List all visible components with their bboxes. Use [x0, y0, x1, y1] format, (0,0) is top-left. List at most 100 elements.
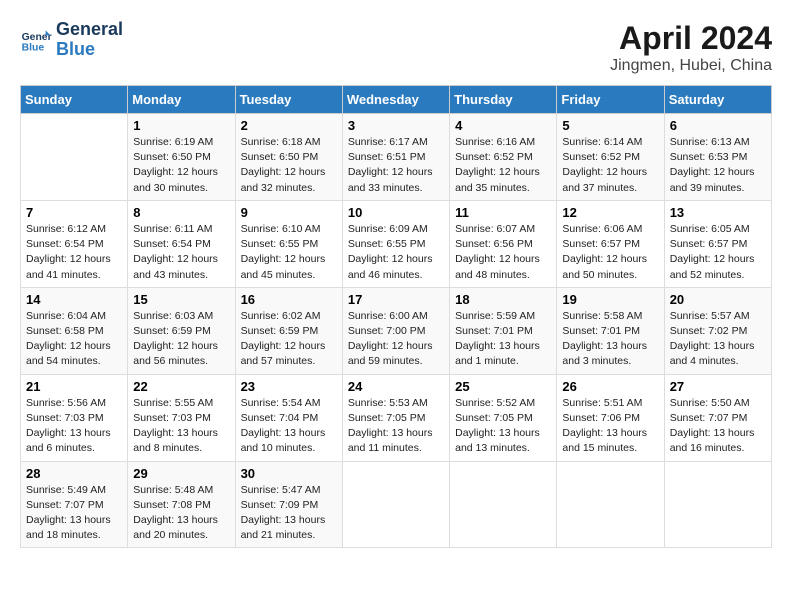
day-cell: 26 Sunrise: 5:51 AM Sunset: 7:06 PM Dayli… — [557, 374, 664, 461]
day-cell: 11 Sunrise: 6:07 AM Sunset: 6:56 PM Dayli… — [450, 200, 557, 287]
day-cell: 5 Sunrise: 6:14 AM Sunset: 6:52 PM Daylig… — [557, 114, 664, 201]
logo-text-blue: Blue — [56, 40, 123, 60]
day-cell: 8 Sunrise: 6:11 AM Sunset: 6:54 PM Daylig… — [128, 200, 235, 287]
col-header-tuesday: Tuesday — [235, 86, 342, 114]
day-cell — [21, 114, 128, 201]
day-number: 28 — [26, 466, 122, 481]
day-number: 7 — [26, 205, 122, 220]
day-info: Sunrise: 6:07 AM Sunset: 6:56 PM Dayligh… — [455, 222, 551, 283]
day-cell: 3 Sunrise: 6:17 AM Sunset: 6:51 PM Daylig… — [342, 114, 449, 201]
day-number: 21 — [26, 379, 122, 394]
day-cell: 13Sunrise: 6:05 AM Sunset: 6:57 PM Dayli… — [664, 200, 771, 287]
day-info: Sunrise: 6:17 AM Sunset: 6:51 PM Dayligh… — [348, 135, 444, 196]
day-info: Sunrise: 6:10 AM Sunset: 6:55 PM Dayligh… — [241, 222, 337, 283]
day-number: 9 — [241, 205, 337, 220]
day-info: Sunrise: 6:00 AM Sunset: 7:00 PM Dayligh… — [348, 309, 444, 370]
day-cell: 29Sunrise: 5:48 AM Sunset: 7:08 PM Dayli… — [128, 461, 235, 548]
day-cell: 30Sunrise: 5:47 AM Sunset: 7:09 PM Dayli… — [235, 461, 342, 548]
day-cell: 20 Sunrise: 5:57 AM Sunset: 7:02 PM Dayli… — [664, 287, 771, 374]
main-title: April 2024 — [610, 20, 772, 57]
day-cell: 28Sunrise: 5:49 AM Sunset: 7:07 PM Dayli… — [21, 461, 128, 548]
day-info: Sunrise: 6:18 AM Sunset: 6:50 PM Dayligh… — [241, 135, 337, 196]
day-number: 24 — [348, 379, 444, 394]
day-cell — [557, 461, 664, 548]
col-header-thursday: Thursday — [450, 86, 557, 114]
day-cell: 15 Sunrise: 6:03 AM Sunset: 6:59 PM Dayli… — [128, 287, 235, 374]
day-cell — [664, 461, 771, 548]
day-number: 22 — [133, 379, 229, 394]
day-number: 26 — [562, 379, 658, 394]
day-info: Sunrise: 6:06 AM Sunset: 6:57 PM Dayligh… — [562, 222, 658, 283]
day-cell: 14 Sunrise: 6:04 AM Sunset: 6:58 PM Dayli… — [21, 287, 128, 374]
week-row-2: 7 Sunrise: 6:12 AM Sunset: 6:54 PM Daylig… — [21, 200, 772, 287]
day-cell: 10 Sunrise: 6:09 AM Sunset: 6:55 PM Dayli… — [342, 200, 449, 287]
day-info: Sunrise: 5:56 AM Sunset: 7:03 PM Dayligh… — [26, 396, 122, 457]
week-row-4: 21 Sunrise: 5:56 AM Sunset: 7:03 PM Dayli… — [21, 374, 772, 461]
week-row-3: 14 Sunrise: 6:04 AM Sunset: 6:58 PM Dayli… — [21, 287, 772, 374]
day-cell: 6Sunrise: 6:13 AM Sunset: 6:53 PM Daylig… — [664, 114, 771, 201]
day-info: Sunrise: 6:12 AM Sunset: 6:54 PM Dayligh… — [26, 222, 122, 283]
day-cell: 25 Sunrise: 5:52 AM Sunset: 7:05 PM Dayli… — [450, 374, 557, 461]
day-number: 14 — [26, 292, 122, 307]
day-number: 1 — [133, 118, 229, 133]
svg-text:Blue: Blue — [22, 42, 45, 53]
day-number: 2 — [241, 118, 337, 133]
day-cell — [342, 461, 449, 548]
day-number: 18 — [455, 292, 551, 307]
day-cell: 2 Sunrise: 6:18 AM Sunset: 6:50 PM Daylig… — [235, 114, 342, 201]
day-cell: 9 Sunrise: 6:10 AM Sunset: 6:55 PM Daylig… — [235, 200, 342, 287]
day-info: Sunrise: 5:50 AM Sunset: 7:07 PM Dayligh… — [670, 396, 766, 457]
col-header-sunday: Sunday — [21, 86, 128, 114]
day-info: Sunrise: 6:04 AM Sunset: 6:58 PM Dayligh… — [26, 309, 122, 370]
day-info: Sunrise: 5:51 AM Sunset: 7:06 PM Dayligh… — [562, 396, 658, 457]
day-number: 20 — [670, 292, 766, 307]
day-info: Sunrise: 5:52 AM Sunset: 7:05 PM Dayligh… — [455, 396, 551, 457]
day-info: Sunrise: 5:48 AM Sunset: 7:08 PM Dayligh… — [133, 483, 229, 544]
day-cell: 24 Sunrise: 5:53 AM Sunset: 7:05 PM Dayli… — [342, 374, 449, 461]
week-row-1: 1 Sunrise: 6:19 AM Sunset: 6:50 PM Daylig… — [21, 114, 772, 201]
day-info: Sunrise: 6:02 AM Sunset: 6:59 PM Dayligh… — [241, 309, 337, 370]
day-number: 8 — [133, 205, 229, 220]
day-number: 12 — [562, 205, 658, 220]
day-info: Sunrise: 5:57 AM Sunset: 7:02 PM Dayligh… — [670, 309, 766, 370]
day-cell: 1 Sunrise: 6:19 AM Sunset: 6:50 PM Daylig… — [128, 114, 235, 201]
day-number: 10 — [348, 205, 444, 220]
day-number: 15 — [133, 292, 229, 307]
day-cell: 16Sunrise: 6:02 AM Sunset: 6:59 PM Dayli… — [235, 287, 342, 374]
day-info: Sunrise: 5:58 AM Sunset: 7:01 PM Dayligh… — [562, 309, 658, 370]
day-info: Sunrise: 6:03 AM Sunset: 6:59 PM Dayligh… — [133, 309, 229, 370]
day-cell: 27 Sunrise: 5:50 AM Sunset: 7:07 PM Dayli… — [664, 374, 771, 461]
col-header-friday: Friday — [557, 86, 664, 114]
day-info: Sunrise: 5:54 AM Sunset: 7:04 PM Dayligh… — [241, 396, 337, 457]
col-header-saturday: Saturday — [664, 86, 771, 114]
day-info: Sunrise: 6:11 AM Sunset: 6:54 PM Dayligh… — [133, 222, 229, 283]
day-number: 13 — [670, 205, 766, 220]
day-info: Sunrise: 6:19 AM Sunset: 6:50 PM Dayligh… — [133, 135, 229, 196]
day-cell: 7 Sunrise: 6:12 AM Sunset: 6:54 PM Daylig… — [21, 200, 128, 287]
day-number: 19 — [562, 292, 658, 307]
day-number: 5 — [562, 118, 658, 133]
title-block: April 2024 Jingmen, Hubei, China — [610, 20, 772, 75]
day-info: Sunrise: 5:55 AM Sunset: 7:03 PM Dayligh… — [133, 396, 229, 457]
day-number: 27 — [670, 379, 766, 394]
day-cell: 12 Sunrise: 6:06 AM Sunset: 6:57 PM Dayli… — [557, 200, 664, 287]
day-number: 11 — [455, 205, 551, 220]
logo-icon: General Blue — [20, 24, 52, 56]
day-number: 23 — [241, 379, 337, 394]
calendar-header-row: SundayMondayTuesdayWednesdayThursdayFrid… — [21, 86, 772, 114]
day-info: Sunrise: 6:14 AM Sunset: 6:52 PM Dayligh… — [562, 135, 658, 196]
day-number: 25 — [455, 379, 551, 394]
subtitle: Jingmen, Hubei, China — [610, 57, 772, 75]
day-number: 30 — [241, 466, 337, 481]
col-header-monday: Monday — [128, 86, 235, 114]
day-info: Sunrise: 6:13 AM Sunset: 6:53 PM Dayligh… — [670, 135, 766, 196]
day-info: Sunrise: 5:53 AM Sunset: 7:05 PM Dayligh… — [348, 396, 444, 457]
logo-text-general: General — [56, 20, 123, 40]
day-cell — [450, 461, 557, 548]
calendar-table: SundayMondayTuesdayWednesdayThursdayFrid… — [20, 85, 772, 548]
day-cell: 19 Sunrise: 5:58 AM Sunset: 7:01 PM Dayli… — [557, 287, 664, 374]
day-number: 3 — [348, 118, 444, 133]
day-info: Sunrise: 6:09 AM Sunset: 6:55 PM Dayligh… — [348, 222, 444, 283]
day-number: 17 — [348, 292, 444, 307]
page-header: General Blue General Blue April 2024 Jin… — [20, 20, 772, 75]
